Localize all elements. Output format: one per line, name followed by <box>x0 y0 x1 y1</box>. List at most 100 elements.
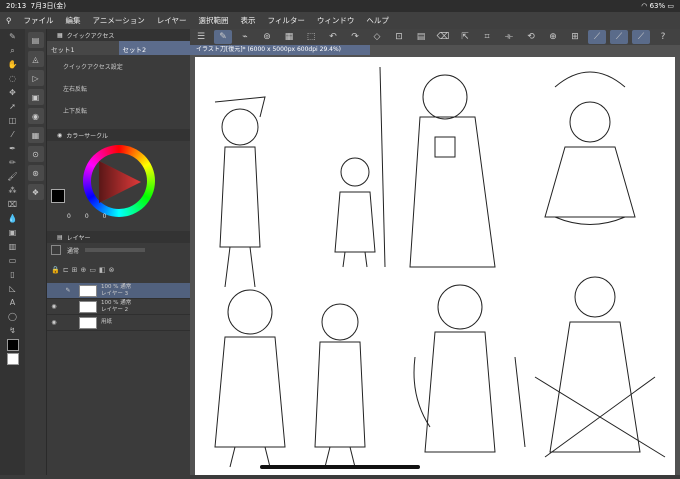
layer-thumbnail <box>79 284 97 297</box>
move-icon[interactable]: ⇱ <box>456 30 474 44</box>
brush-settings-icon[interactable]: ⊚ <box>258 30 276 44</box>
layer-name: 用紙 <box>101 319 113 325</box>
opacity-slider[interactable] <box>85 248 146 252</box>
pen-icon[interactable]: ✎ <box>214 30 232 44</box>
hamburger-icon[interactable]: ☰ <box>192 30 210 44</box>
folder-icon[interactable]: ▭ <box>89 266 96 274</box>
tab-set2[interactable]: セット2 <box>118 41 190 55</box>
color-value-1: 0 <box>67 213 71 220</box>
layer-opacity: 100 % 通常 <box>101 299 132 306</box>
subtool-icon-5[interactable]: ◉ <box>27 108 44 124</box>
layer-thumbnail <box>79 316 97 329</box>
fill-tool-icon[interactable]: ▣ <box>4 226 22 239</box>
subtool-icon-7[interactable]: ⊙ <box>27 146 44 162</box>
layer-row[interactable]: ◉ 100 % 通常 レイヤー 2 <box>47 299 190 315</box>
menu-file[interactable]: ファイル <box>18 15 60 26</box>
menu-animation[interactable]: アニメーション <box>87 15 151 26</box>
eye-icon[interactable]: ◉ <box>47 303 61 310</box>
menu-layer[interactable]: レイヤー <box>151 15 193 26</box>
subtool-icon-1[interactable]: ▤ <box>27 32 44 48</box>
mask-icon[interactable]: ◧ <box>99 266 106 274</box>
undo-icon[interactable]: ↶ <box>324 30 342 44</box>
stroke-icon-3[interactable]: ⟋ <box>632 30 650 44</box>
lock-icon[interactable]: 🔒 <box>51 266 60 274</box>
blend-mode-select[interactable]: 通常 <box>67 246 79 255</box>
stroke-icon-1[interactable]: ⟋ <box>588 30 606 44</box>
pen-icon[interactable]: ✒ <box>4 142 22 155</box>
balloon-icon[interactable]: ◯ <box>4 310 22 323</box>
layer-opacity: 100 % 通常 <box>101 283 132 290</box>
brush-icon[interactable]: 🖌 <box>4 170 22 183</box>
clip-icon[interactable]: ⊏ <box>63 266 69 274</box>
clear-icon[interactable]: ⌫ <box>434 30 452 44</box>
ruler-icon[interactable]: ◺ <box>4 282 22 295</box>
select-icon[interactable]: ◇ <box>368 30 386 44</box>
flip-icon[interactable]: ⟛ <box>500 30 518 44</box>
fill-icon[interactable]: ▦ <box>280 30 298 44</box>
color-value-2: 0 <box>84 213 89 220</box>
text-icon[interactable]: A <box>4 296 22 309</box>
quick-access-settings[interactable]: クイックアクセス設定 <box>47 55 190 77</box>
tab-set1[interactable]: セット1 <box>47 41 119 55</box>
pen-tool-icon[interactable]: ✎ <box>4 30 22 43</box>
layer-move-icon[interactable]: ◫ <box>4 114 22 127</box>
invert-icon[interactable]: ▤ <box>412 30 430 44</box>
hand-icon[interactable]: ✋ <box>4 58 22 71</box>
move-tool-icon[interactable]: ✥ <box>4 86 22 99</box>
ref-icon[interactable]: ⊞ <box>72 266 78 274</box>
main-color-chip[interactable] <box>51 189 65 203</box>
menu-help[interactable]: ヘルプ <box>360 15 395 26</box>
zoom-icon[interactable]: ⊕ <box>544 30 562 44</box>
main-color-swatch[interactable] <box>4 338 22 351</box>
trash-icon[interactable]: ⊗ <box>109 266 115 274</box>
eyedropper-icon[interactable]: ⁄ <box>4 128 22 141</box>
app-logo-icon[interactable]: ⚲ <box>0 16 18 25</box>
redo-icon[interactable]: ↷ <box>346 30 364 44</box>
menu-edit[interactable]: 編集 <box>60 15 87 26</box>
sub-color-swatch[interactable] <box>4 352 22 365</box>
blend-icon[interactable]: 💧 <box>4 212 22 225</box>
subtool-icon-2[interactable]: ◬ <box>27 51 44 67</box>
stroke-icon-2[interactable]: ⟋ <box>610 30 628 44</box>
wifi-icon: ◠ <box>641 2 648 10</box>
new-layer-icon[interactable]: ⊕ <box>80 266 86 274</box>
correct-line-icon[interactable]: ↯ <box>4 324 22 337</box>
figure-icon[interactable]: ▭ <box>4 254 22 267</box>
pressure-icon[interactable]: ⌁ <box>236 30 254 44</box>
grid-icon[interactable]: ⊞ <box>566 30 584 44</box>
subtool-icon-9[interactable]: ❖ <box>27 184 44 200</box>
eye-icon[interactable]: ◉ <box>47 319 61 326</box>
quick-access-header: ▦ クイックアクセス <box>47 29 190 41</box>
pencil-icon[interactable]: ✏ <box>4 156 22 169</box>
layer-row[interactable]: ✎ 100 % 通常 レイヤー 3 <box>47 283 190 299</box>
pointer-icon[interactable]: ➚ <box>4 100 22 113</box>
subtool-icon-3[interactable]: ▷ <box>27 70 44 86</box>
lasso-icon[interactable]: ◌ <box>4 72 22 85</box>
deselect-icon[interactable]: ⊡ <box>390 30 408 44</box>
rotate-icon[interactable]: ⟲ <box>522 30 540 44</box>
document-tab[interactable]: イラスト刀[復元]* (6000 x 5000px 600dpi 29.4%) <box>190 45 370 55</box>
saturation-triangle[interactable] <box>97 159 143 205</box>
frame-icon[interactable]: ▯ <box>4 268 22 281</box>
subtool-icon-4[interactable]: ▣ <box>27 89 44 105</box>
gradient-icon[interactable]: ▥ <box>4 240 22 253</box>
transform-icon[interactable]: ⬚ <box>302 30 320 44</box>
airbrush-icon[interactable]: ⁂ <box>4 184 22 197</box>
subtool-icon-8[interactable]: ⊛ <box>27 165 44 181</box>
layer-row[interactable]: ◉ 用紙 <box>47 315 190 331</box>
canvas-paper[interactable] <box>195 57 675 475</box>
status-bar: 20:13 7月3日(金) ◠ 63% ▭ <box>0 0 680 12</box>
menu-selection[interactable]: 選択範囲 <box>192 15 234 26</box>
subtool-icon-6[interactable]: ▦ <box>27 127 44 143</box>
flip-vertical[interactable]: 上下反転 <box>47 99 190 121</box>
menu-view[interactable]: 表示 <box>234 15 261 26</box>
menu-window[interactable]: ウィンドウ <box>311 15 361 26</box>
eraser-icon[interactable]: ⌧ <box>4 198 22 211</box>
flip-horizontal[interactable]: 左右反転 <box>47 77 190 99</box>
crop-icon[interactable]: ⌗ <box>478 30 496 44</box>
search-icon[interactable]: ⌕ <box>4 44 22 57</box>
color-values: 0 0 0 <box>67 213 187 220</box>
help-icon[interactable]: ? <box>654 30 672 44</box>
layer-color-icon[interactable] <box>51 245 61 255</box>
menu-filter[interactable]: フィルター <box>261 15 310 26</box>
